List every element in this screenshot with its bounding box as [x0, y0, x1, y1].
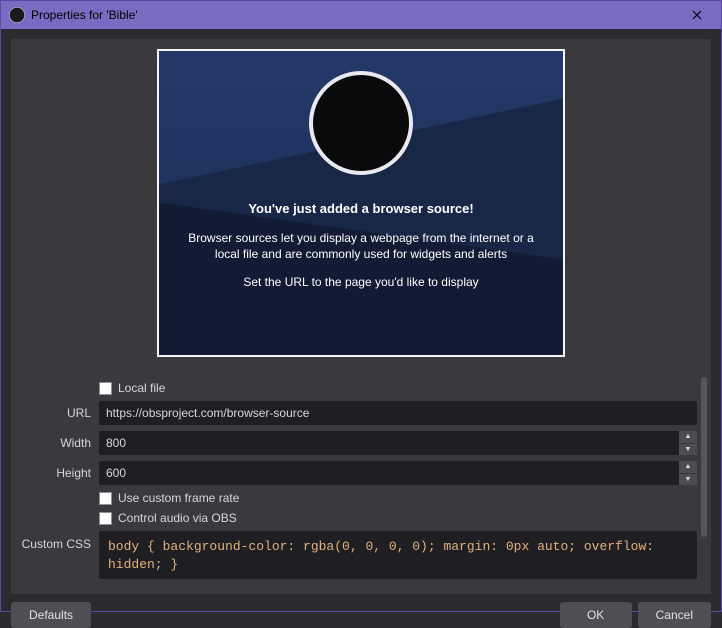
obs-app-icon	[9, 7, 25, 23]
preview-heading: You've just added a browser source!	[248, 201, 473, 216]
local-file-row: Local file	[21, 381, 697, 395]
height-input[interactable]	[99, 461, 679, 485]
height-spinner[interactable]: ▲ ▼	[679, 461, 697, 485]
dialog-footer: Defaults OK Cancel	[11, 594, 711, 628]
chevron-down-icon[interactable]: ▼	[679, 474, 697, 486]
custom-css-input[interactable]	[99, 531, 697, 579]
frame-rate-row: Use custom frame rate	[21, 491, 697, 505]
css-label: Custom CSS	[21, 531, 99, 551]
window-title: Properties for 'Bible'	[31, 8, 679, 22]
preview-body-2: Set the URL to the page you'd like to di…	[217, 274, 504, 290]
frame-rate-checkbox[interactable]	[99, 492, 112, 505]
width-label: Width	[21, 436, 99, 450]
close-button[interactable]	[679, 1, 715, 29]
properties-form: Local file URL Width ▲ ▼ Height	[11, 367, 711, 594]
chevron-up-icon[interactable]: ▲	[679, 461, 697, 474]
close-icon	[692, 10, 702, 20]
local-file-checkbox[interactable]	[99, 382, 112, 395]
audio-checkbox[interactable]	[99, 512, 112, 525]
url-label: URL	[21, 406, 99, 420]
height-label: Height	[21, 466, 99, 480]
preview-frame: You've just added a browser source! Brow…	[11, 39, 711, 367]
cancel-button[interactable]: Cancel	[638, 602, 711, 628]
local-file-label: Local file	[118, 381, 165, 395]
chevron-up-icon[interactable]: ▲	[679, 431, 697, 444]
width-input[interactable]	[99, 431, 679, 455]
obs-logo-icon	[309, 71, 413, 175]
source-preview: You've just added a browser source! Brow…	[157, 49, 565, 357]
preview-body-1: Browser sources let you display a webpag…	[159, 230, 563, 262]
audio-label: Control audio via OBS	[118, 511, 237, 525]
url-input[interactable]	[99, 401, 697, 425]
defaults-button[interactable]: Defaults	[11, 602, 91, 628]
titlebar: Properties for 'Bible'	[1, 1, 721, 29]
dialog-body: You've just added a browser source! Brow…	[1, 29, 721, 611]
frame-rate-label: Use custom frame rate	[118, 491, 239, 505]
ok-button[interactable]: OK	[560, 602, 632, 628]
chevron-down-icon[interactable]: ▼	[679, 444, 697, 456]
width-spinner[interactable]: ▲ ▼	[679, 431, 697, 455]
scrollbar[interactable]	[701, 377, 707, 537]
audio-row: Control audio via OBS	[21, 511, 697, 525]
